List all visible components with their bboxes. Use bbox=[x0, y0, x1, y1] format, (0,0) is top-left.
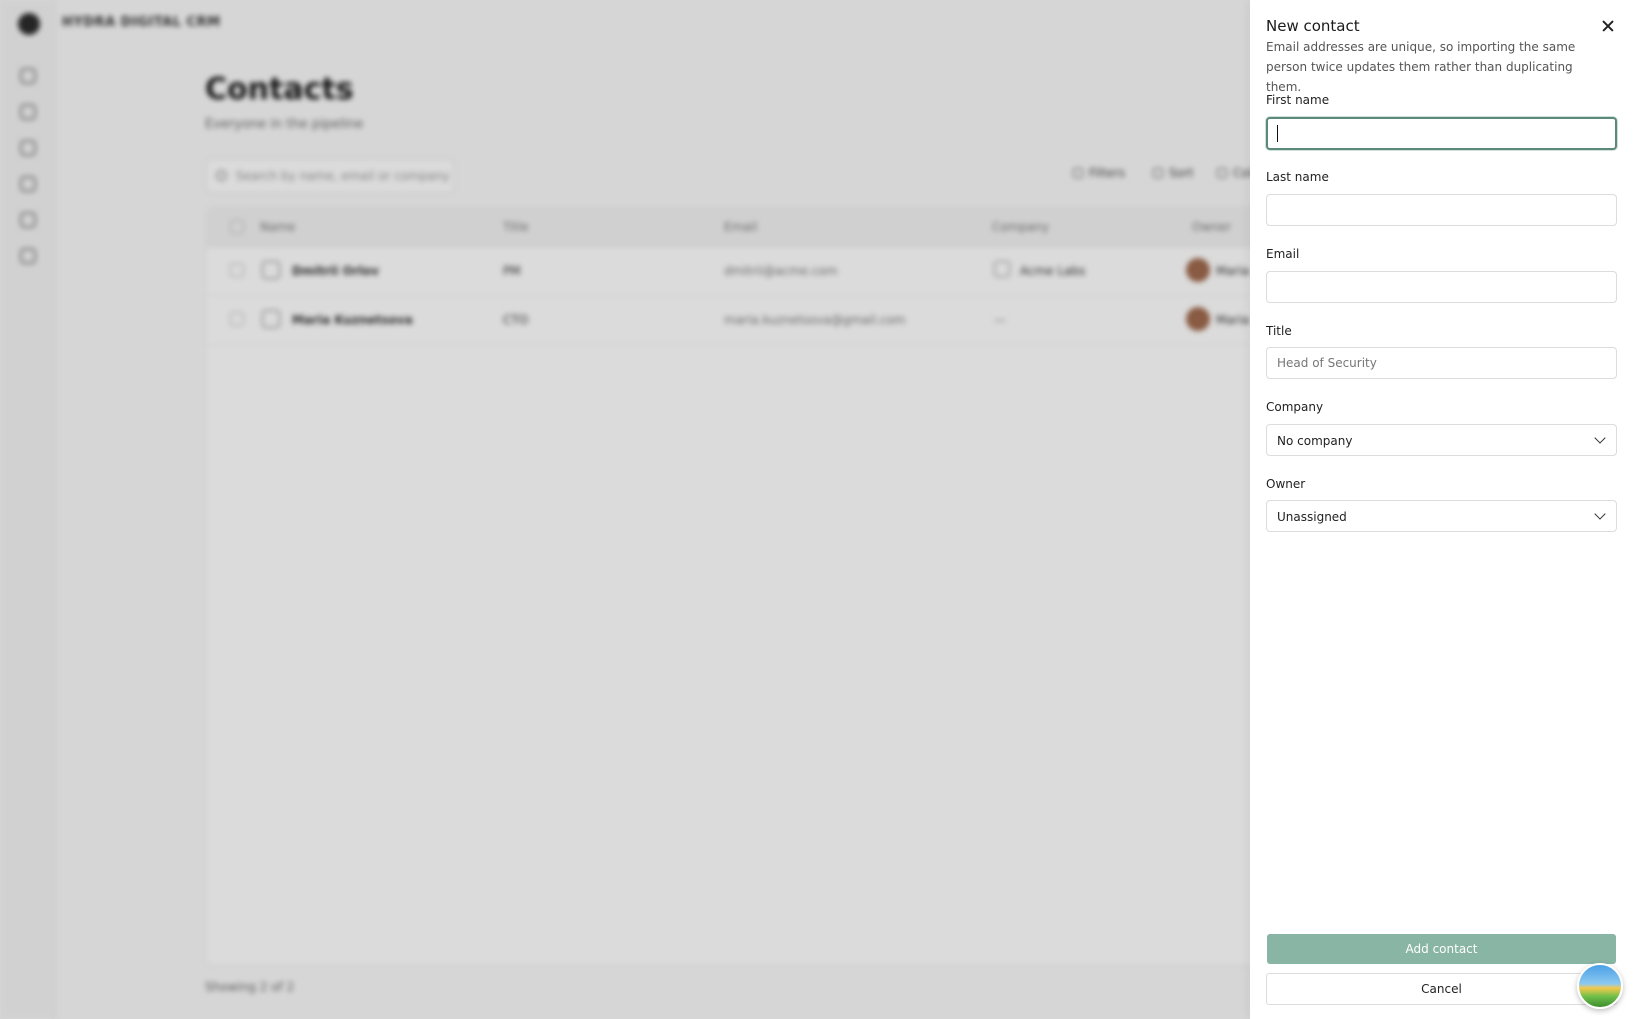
chevron-down-icon bbox=[1594, 508, 1606, 520]
text-cursor bbox=[1277, 125, 1278, 142]
owner-label: Owner bbox=[1266, 477, 1306, 491]
drawer-title: New contact bbox=[1266, 17, 1360, 35]
email-label: Email bbox=[1266, 247, 1300, 261]
title-label: Title bbox=[1266, 324, 1292, 338]
last-name-label: Last name bbox=[1266, 170, 1329, 184]
help-widget-icon[interactable] bbox=[1577, 963, 1623, 1009]
company-selected-value: No company bbox=[1277, 434, 1353, 448]
close-icon[interactable] bbox=[1597, 15, 1619, 37]
company-select[interactable]: No company bbox=[1266, 424, 1617, 456]
owner-selected-value: Unassigned bbox=[1277, 510, 1347, 524]
title-field[interactable] bbox=[1266, 347, 1617, 379]
new-contact-drawer: New contact Email addresses are unique, … bbox=[1250, 0, 1633, 1019]
last-name-field[interactable] bbox=[1266, 194, 1617, 226]
drawer-description: Email addresses are unique, so importing… bbox=[1266, 40, 1576, 94]
first-name-field[interactable] bbox=[1266, 117, 1617, 150]
company-label: Company bbox=[1266, 400, 1324, 414]
add-contact-button[interactable]: Add contact bbox=[1267, 934, 1616, 964]
email-field[interactable] bbox=[1266, 271, 1617, 303]
first-name-label: First name bbox=[1266, 93, 1330, 107]
owner-select[interactable]: Unassigned bbox=[1266, 500, 1617, 532]
chevron-down-icon bbox=[1594, 432, 1606, 444]
app-window: HYDRA DIGITAL CRM Contacts Everyone in t… bbox=[0, 0, 1633, 1019]
cancel-button[interactable]: Cancel bbox=[1266, 973, 1617, 1005]
